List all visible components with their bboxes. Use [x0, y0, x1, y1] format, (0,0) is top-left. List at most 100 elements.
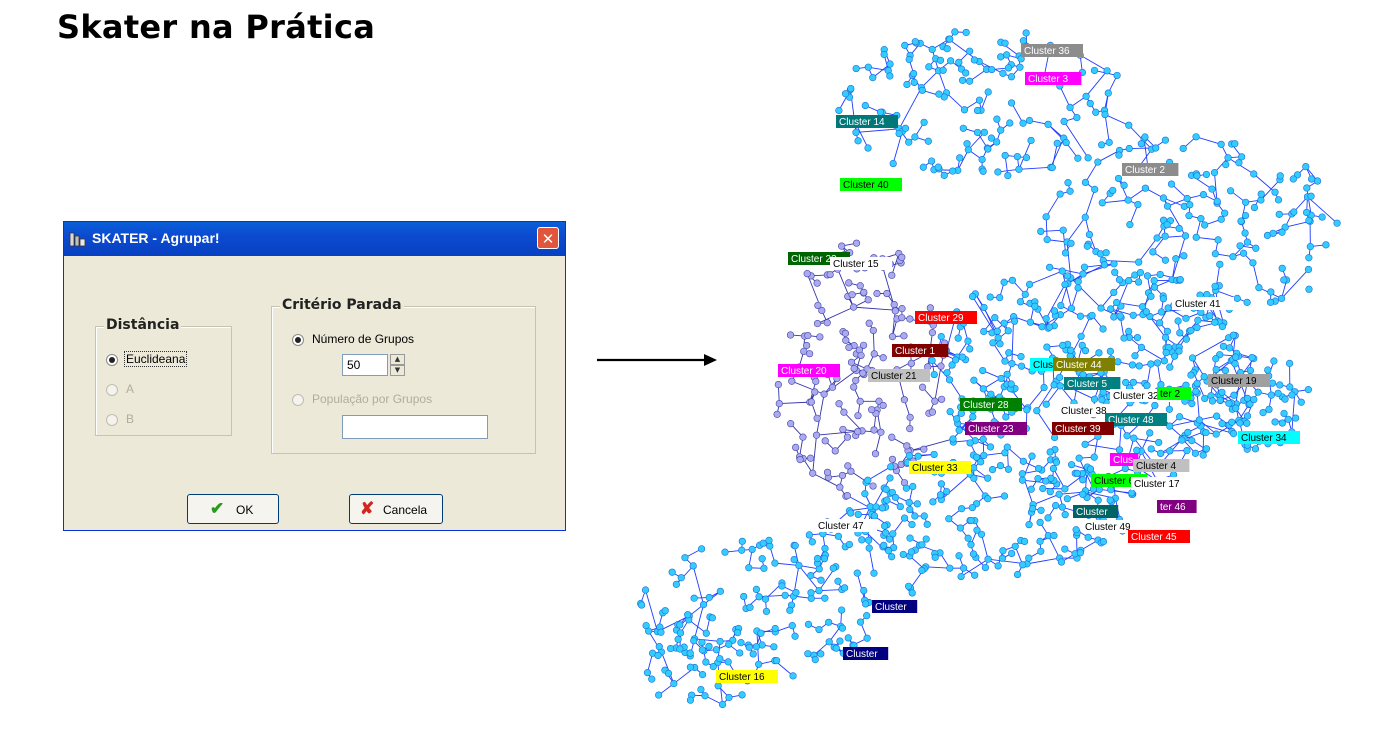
svg-text:Cluster 39: Cluster 39 [1055, 424, 1101, 435]
map-node [997, 126, 1005, 134]
map-node [725, 640, 733, 648]
map-node [838, 242, 846, 250]
map-node [1229, 429, 1238, 438]
map-node [1052, 458, 1061, 466]
map-node [1100, 261, 1108, 269]
map-node [1216, 396, 1224, 404]
map-node [963, 140, 971, 148]
map-edge [1102, 199, 1129, 204]
map-node [888, 333, 897, 341]
map-node [738, 691, 746, 699]
map-node [1238, 153, 1246, 161]
map-node [1292, 414, 1300, 422]
map-node [966, 77, 974, 85]
map-node [1182, 314, 1190, 322]
map-node [901, 124, 910, 132]
map-node [1105, 138, 1113, 146]
map-node [903, 442, 911, 450]
map-node [905, 452, 914, 460]
map-node [850, 303, 858, 311]
map-node [928, 45, 936, 54]
map-node [1141, 133, 1149, 141]
svg-text:Cluster 47: Cluster 47 [818, 521, 864, 532]
map-node [759, 539, 767, 547]
map-node [847, 84, 855, 93]
map-node [1236, 419, 1244, 427]
svg-text:Cluster 44: Cluster 44 [1056, 360, 1102, 371]
svg-text:Cluster 36: Cluster 36 [1024, 46, 1070, 57]
map-node [937, 362, 945, 370]
svg-text:Cluster 33: Cluster 33 [912, 463, 958, 474]
map-node [871, 450, 880, 458]
map-node [1246, 366, 1255, 375]
map-node [1276, 172, 1284, 180]
map-edge [868, 548, 875, 574]
map-node [1013, 570, 1022, 579]
cluster-label: Cluster 33 [909, 461, 971, 474]
map-node [1019, 119, 1027, 127]
map-node [1213, 412, 1221, 420]
map-node [946, 35, 954, 43]
map-node [1115, 446, 1124, 454]
map-node [1046, 488, 1054, 496]
map-node [831, 447, 839, 455]
map-node [1232, 404, 1240, 412]
map-node [1171, 352, 1179, 360]
map-node [708, 614, 716, 622]
svg-text:Cluster 5: Cluster 5 [1067, 379, 1107, 390]
map-node [1265, 405, 1273, 414]
map-node [1147, 445, 1155, 453]
map-node [1233, 294, 1241, 302]
map-node [1224, 154, 1232, 162]
map-node [1163, 221, 1171, 229]
map-node [1225, 399, 1233, 407]
map-node [1037, 227, 1045, 236]
map-node [994, 562, 1002, 570]
map-node [1271, 188, 1279, 196]
map-node [1008, 549, 1016, 558]
map-node [1281, 395, 1289, 403]
map-node [1149, 248, 1157, 256]
svg-text:Cluster 17: Cluster 17 [1134, 479, 1180, 490]
map-node [1094, 158, 1102, 166]
map-node [1044, 120, 1052, 128]
map-edge [853, 306, 896, 311]
map-node [1163, 202, 1172, 210]
map-node [899, 550, 907, 559]
map-node [930, 450, 938, 459]
map-node [1176, 276, 1184, 284]
map-node [1079, 476, 1087, 484]
map-node [740, 592, 748, 601]
map-node [1248, 353, 1256, 362]
map-edge [1099, 488, 1132, 494]
map-node [898, 314, 906, 322]
map-node [790, 555, 798, 564]
map-node [952, 356, 960, 364]
map-node [1074, 154, 1082, 162]
map-node [910, 78, 918, 87]
map-node [1201, 394, 1209, 403]
map-node [773, 410, 781, 418]
map-node [860, 586, 868, 595]
map-node [738, 537, 746, 545]
map-node [1004, 327, 1012, 335]
map-node [811, 388, 819, 396]
map-node [1045, 323, 1054, 331]
map-node [795, 561, 803, 570]
map-node [904, 582, 913, 590]
map-node [1161, 136, 1170, 144]
map-node [973, 128, 982, 137]
map-node [938, 395, 946, 403]
map-node [869, 482, 877, 490]
map-node [880, 50, 888, 59]
map-node [844, 462, 852, 470]
map-node [1218, 322, 1226, 331]
map-node [1046, 448, 1054, 456]
map-node [1147, 292, 1155, 300]
map-node [1221, 366, 1230, 375]
map-node [854, 137, 862, 145]
map-node [1004, 171, 1012, 180]
map-node [796, 455, 804, 464]
svg-text:Cluster 34: Cluster 34 [1241, 433, 1287, 444]
map-node [1061, 511, 1069, 519]
